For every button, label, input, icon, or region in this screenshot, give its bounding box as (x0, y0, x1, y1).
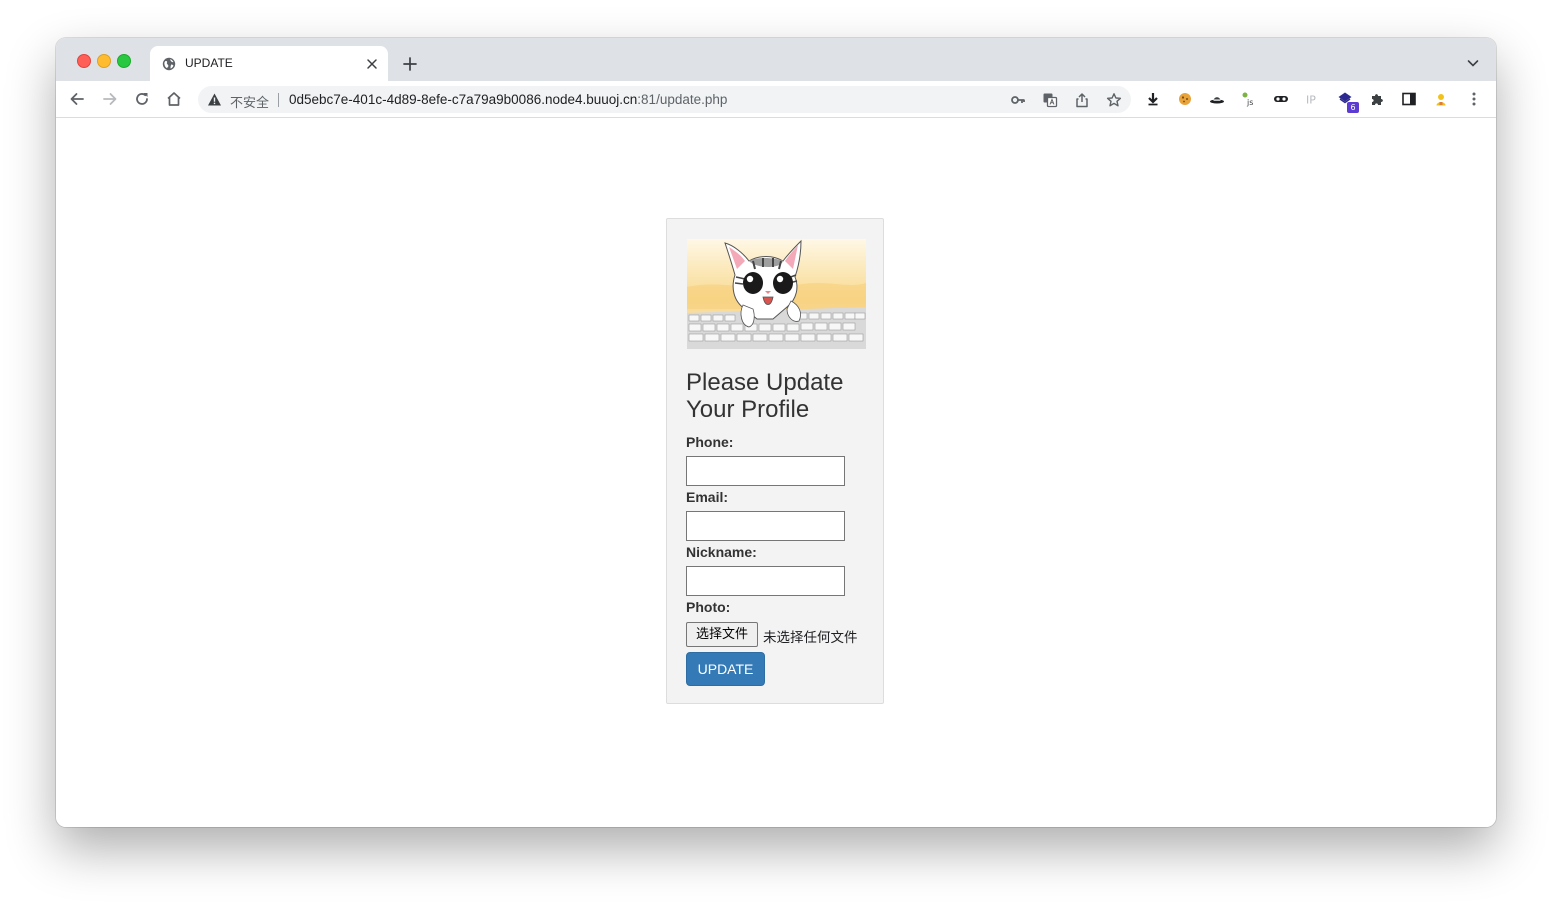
tab-strip: UPDATE (56, 38, 1496, 81)
download-arrow-icon[interactable] (1145, 91, 1161, 107)
svg-text:IP: IP (1306, 94, 1316, 107)
puzzle-icon[interactable] (1369, 91, 1385, 107)
side-panel-icon[interactable] (1401, 91, 1417, 107)
back-arrow-icon[interactable] (68, 90, 86, 108)
security-status[interactable]: 不安全 (230, 92, 269, 111)
reload-icon[interactable] (133, 90, 151, 108)
phone-input[interactable] (686, 456, 845, 486)
chevron-down-icon[interactable] (1466, 56, 1480, 70)
nickname-input[interactable] (686, 566, 845, 596)
globe-icon (162, 57, 176, 71)
browser-window: UPDATE 不安全 0d5ebc7e-401c-4d89-8efe-c7a79… (56, 38, 1496, 827)
ip-icon[interactable]: IP (1305, 91, 1321, 107)
url-host: 0d5ebc7e-401c-4d89-8efe-c7a79a9b0086.nod… (289, 92, 638, 107)
file-status-text: 未选择任何文件 (763, 630, 858, 646)
more-menu-icon[interactable] (1466, 91, 1482, 107)
zoom-window-button[interactable] (117, 54, 131, 68)
home-icon[interactable] (165, 90, 183, 108)
update-button[interactable]: UPDATE (686, 652, 765, 686)
choose-file-button[interactable]: 选择文件 (686, 622, 758, 647)
page-title: Please Update Your Profile (686, 369, 844, 423)
mask-icon[interactable] (1273, 91, 1289, 107)
close-window-button[interactable] (77, 54, 91, 68)
url-text[interactable]: 0d5ebc7e-401c-4d89-8efe-c7a79a9b0086.nod… (289, 92, 727, 107)
svg-text:js: js (1246, 98, 1253, 107)
hat-icon[interactable] (1209, 91, 1225, 107)
url-path: :81/update.php (637, 92, 728, 107)
email-label: Email: (686, 489, 729, 505)
js-icon[interactable]: js (1241, 91, 1257, 107)
tab-update[interactable]: UPDATE (150, 46, 388, 81)
avatar-icon[interactable] (1433, 91, 1449, 107)
key-icon[interactable] (1010, 92, 1026, 108)
extension-badge-count: 6 (1347, 102, 1359, 113)
star-icon[interactable] (1106, 92, 1122, 108)
address-bar[interactable]: 不安全 0d5ebc7e-401c-4d89-8efe-c7a79a9b0086… (198, 86, 1131, 113)
warning-icon[interactable] (207, 92, 222, 107)
page-content: Please Update Your Profile Phone: Email:… (56, 118, 1496, 827)
nickname-label: Nickname: (686, 544, 757, 560)
share-icon[interactable] (1074, 92, 1090, 108)
cookie-icon[interactable] (1177, 91, 1193, 107)
divider (278, 93, 279, 107)
tab-title: UPDATE (185, 56, 233, 70)
photo-label: Photo: (686, 599, 731, 615)
browser-toolbar: 不安全 0d5ebc7e-401c-4d89-8efe-c7a79a9b0086… (56, 81, 1496, 118)
cat-banner-image (687, 239, 866, 349)
phone-label: Phone: (686, 434, 734, 450)
update-profile-card: Please Update Your Profile Phone: Email:… (666, 218, 884, 704)
new-tab-plus-icon[interactable] (401, 55, 419, 73)
close-icon[interactable] (364, 56, 380, 72)
forward-arrow-icon[interactable] (101, 90, 119, 108)
translate-icon[interactable] (1042, 92, 1058, 108)
minimize-window-button[interactable] (97, 54, 111, 68)
email-input[interactable] (686, 511, 845, 541)
